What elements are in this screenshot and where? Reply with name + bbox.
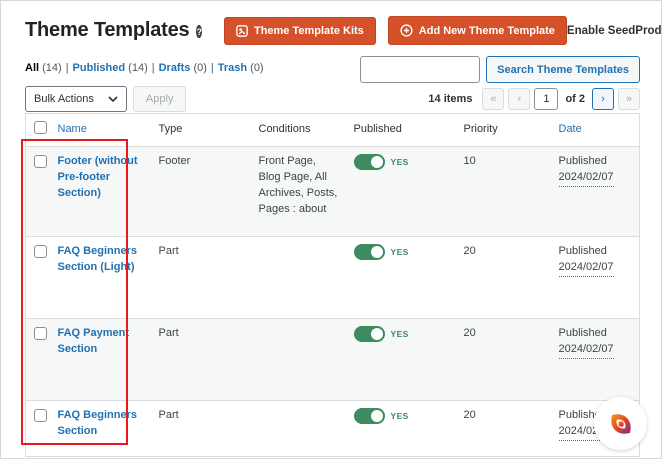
toggle-knob (371, 410, 383, 422)
template-priority: 20 (456, 318, 551, 400)
template-priority: 10 (456, 146, 551, 236)
template-type: Footer (151, 146, 251, 236)
published-state: YES (391, 156, 409, 168)
theme-template-kits-button[interactable]: Theme Template Kits (224, 17, 376, 45)
apply-button[interactable]: Apply (133, 86, 187, 112)
template-type: Part (151, 400, 251, 456)
table-row: FAQ Payment Section Part YES 20 Publishe… (26, 318, 640, 400)
published-toggle[interactable] (354, 408, 385, 424)
date-value: 2024/02/07 (559, 342, 614, 359)
published-state: YES (391, 328, 409, 340)
filter-separator: | (152, 62, 155, 74)
date-status: Published (559, 245, 607, 257)
column-header-priority: Priority (456, 114, 551, 147)
status-filters: All (14) | Published (14) | Drafts (0) | Trash… (25, 62, 264, 74)
template-conditions (251, 318, 346, 400)
next-page-button[interactable]: › (592, 88, 614, 110)
filter-separator: | (211, 62, 214, 74)
enable-theme-group: Enable SeedProd Theme YES (567, 22, 662, 39)
published-toggle[interactable] (354, 244, 385, 260)
table-header-row: Name Type Conditions Published Priority … (26, 114, 640, 147)
template-name-link[interactable]: Footer (without Pre-footer Section) (58, 154, 143, 202)
page-header: Theme Templates ? Theme Template Kits Ad… (25, 16, 648, 45)
filter-count: (0) (250, 62, 263, 74)
bulk-actions-selected-value: Bulk Actions (34, 93, 94, 105)
row-checkbox[interactable] (34, 327, 47, 340)
filter-count: (14) (128, 62, 148, 74)
toggle-knob (371, 328, 383, 340)
date-value: 2024/02/07 (559, 260, 614, 277)
date-status: Published (559, 155, 607, 167)
template-name-link[interactable]: FAQ Beginners Section (58, 408, 143, 440)
bulk-actions-group: Bulk Actions Apply (25, 86, 186, 112)
table-row: FAQ Beginners Section (Light) Part YES 2… (26, 236, 640, 318)
row-checkbox[interactable] (34, 245, 47, 258)
template-conditions: Front Page, Blog Page, All Archives, Pos… (251, 146, 346, 236)
template-conditions (251, 400, 346, 456)
table-row: Footer (without Pre-footer Section) Foot… (26, 146, 640, 236)
last-page-button: » (618, 88, 640, 110)
template-priority: 20 (456, 400, 551, 456)
template-priority: 20 (456, 236, 551, 318)
column-header-name[interactable]: Name (50, 114, 151, 147)
add-new-theme-template-button[interactable]: Add New Theme Template (388, 16, 567, 45)
enable-theme-label: Enable SeedProd Theme (567, 25, 662, 37)
bulk-actions-select[interactable]: Bulk Actions (25, 86, 127, 112)
plus-circle-icon (400, 24, 413, 37)
column-header-published: Published (346, 114, 456, 147)
published-state: YES (391, 246, 409, 258)
seedprod-logo (594, 397, 647, 450)
pagination: 14 items « ‹ of 2 › » (428, 88, 640, 110)
search-group: Search Theme Templates (360, 56, 640, 83)
add-button-label: Add New Theme Template (419, 25, 555, 37)
filter-link-drafts[interactable]: Drafts (0) (159, 62, 207, 74)
published-toggle[interactable] (354, 154, 385, 170)
filter-link-trash[interactable]: Trash (0) (218, 62, 264, 74)
select-all-checkbox[interactable] (34, 121, 47, 134)
column-header-conditions: Conditions (251, 114, 346, 147)
column-header-date[interactable]: Date (551, 114, 640, 147)
published-state: YES (391, 410, 409, 422)
total-pages-label: of 2 (565, 93, 585, 105)
toggle-knob (371, 156, 383, 168)
published-toggle[interactable] (354, 326, 385, 342)
filter-count: (0) (193, 62, 206, 74)
kits-button-label: Theme Template Kits (254, 25, 364, 37)
template-name-link[interactable]: FAQ Beginners Section (Light) (58, 244, 143, 276)
prev-page-button: ‹ (508, 88, 530, 110)
first-page-button: « (482, 88, 504, 110)
table-row: FAQ Beginners Section Part YES 20 Publis… (26, 400, 640, 456)
page-title: Theme Templates (25, 19, 189, 42)
template-type: Part (151, 318, 251, 400)
search-input[interactable] (360, 56, 480, 83)
column-header-type: Type (151, 114, 251, 147)
date-value: 2024/02/07 (559, 170, 614, 187)
template-name-link[interactable]: FAQ Payment Section (58, 326, 143, 358)
row-checkbox[interactable] (34, 409, 47, 422)
template-type: Part (151, 236, 251, 318)
theme-templates-table: Name Type Conditions Published Priority … (25, 113, 640, 457)
help-icon[interactable]: ? (196, 25, 202, 38)
template-conditions (251, 236, 346, 318)
items-count: 14 items (428, 93, 472, 105)
toggle-knob (371, 246, 383, 258)
search-theme-templates-button[interactable]: Search Theme Templates (486, 56, 640, 83)
seedprod-flame-icon (606, 409, 636, 439)
chevron-down-icon (108, 93, 118, 105)
row-checkbox[interactable] (34, 155, 47, 168)
kit-icon (236, 25, 248, 37)
filter-separator: | (66, 62, 69, 74)
date-status: Published (559, 327, 607, 339)
filter-link-published[interactable]: Published (14) (73, 62, 148, 74)
filter-count: (14) (42, 62, 62, 74)
filter-link-all[interactable]: All (14) (25, 62, 62, 74)
current-page-input[interactable] (534, 88, 558, 110)
